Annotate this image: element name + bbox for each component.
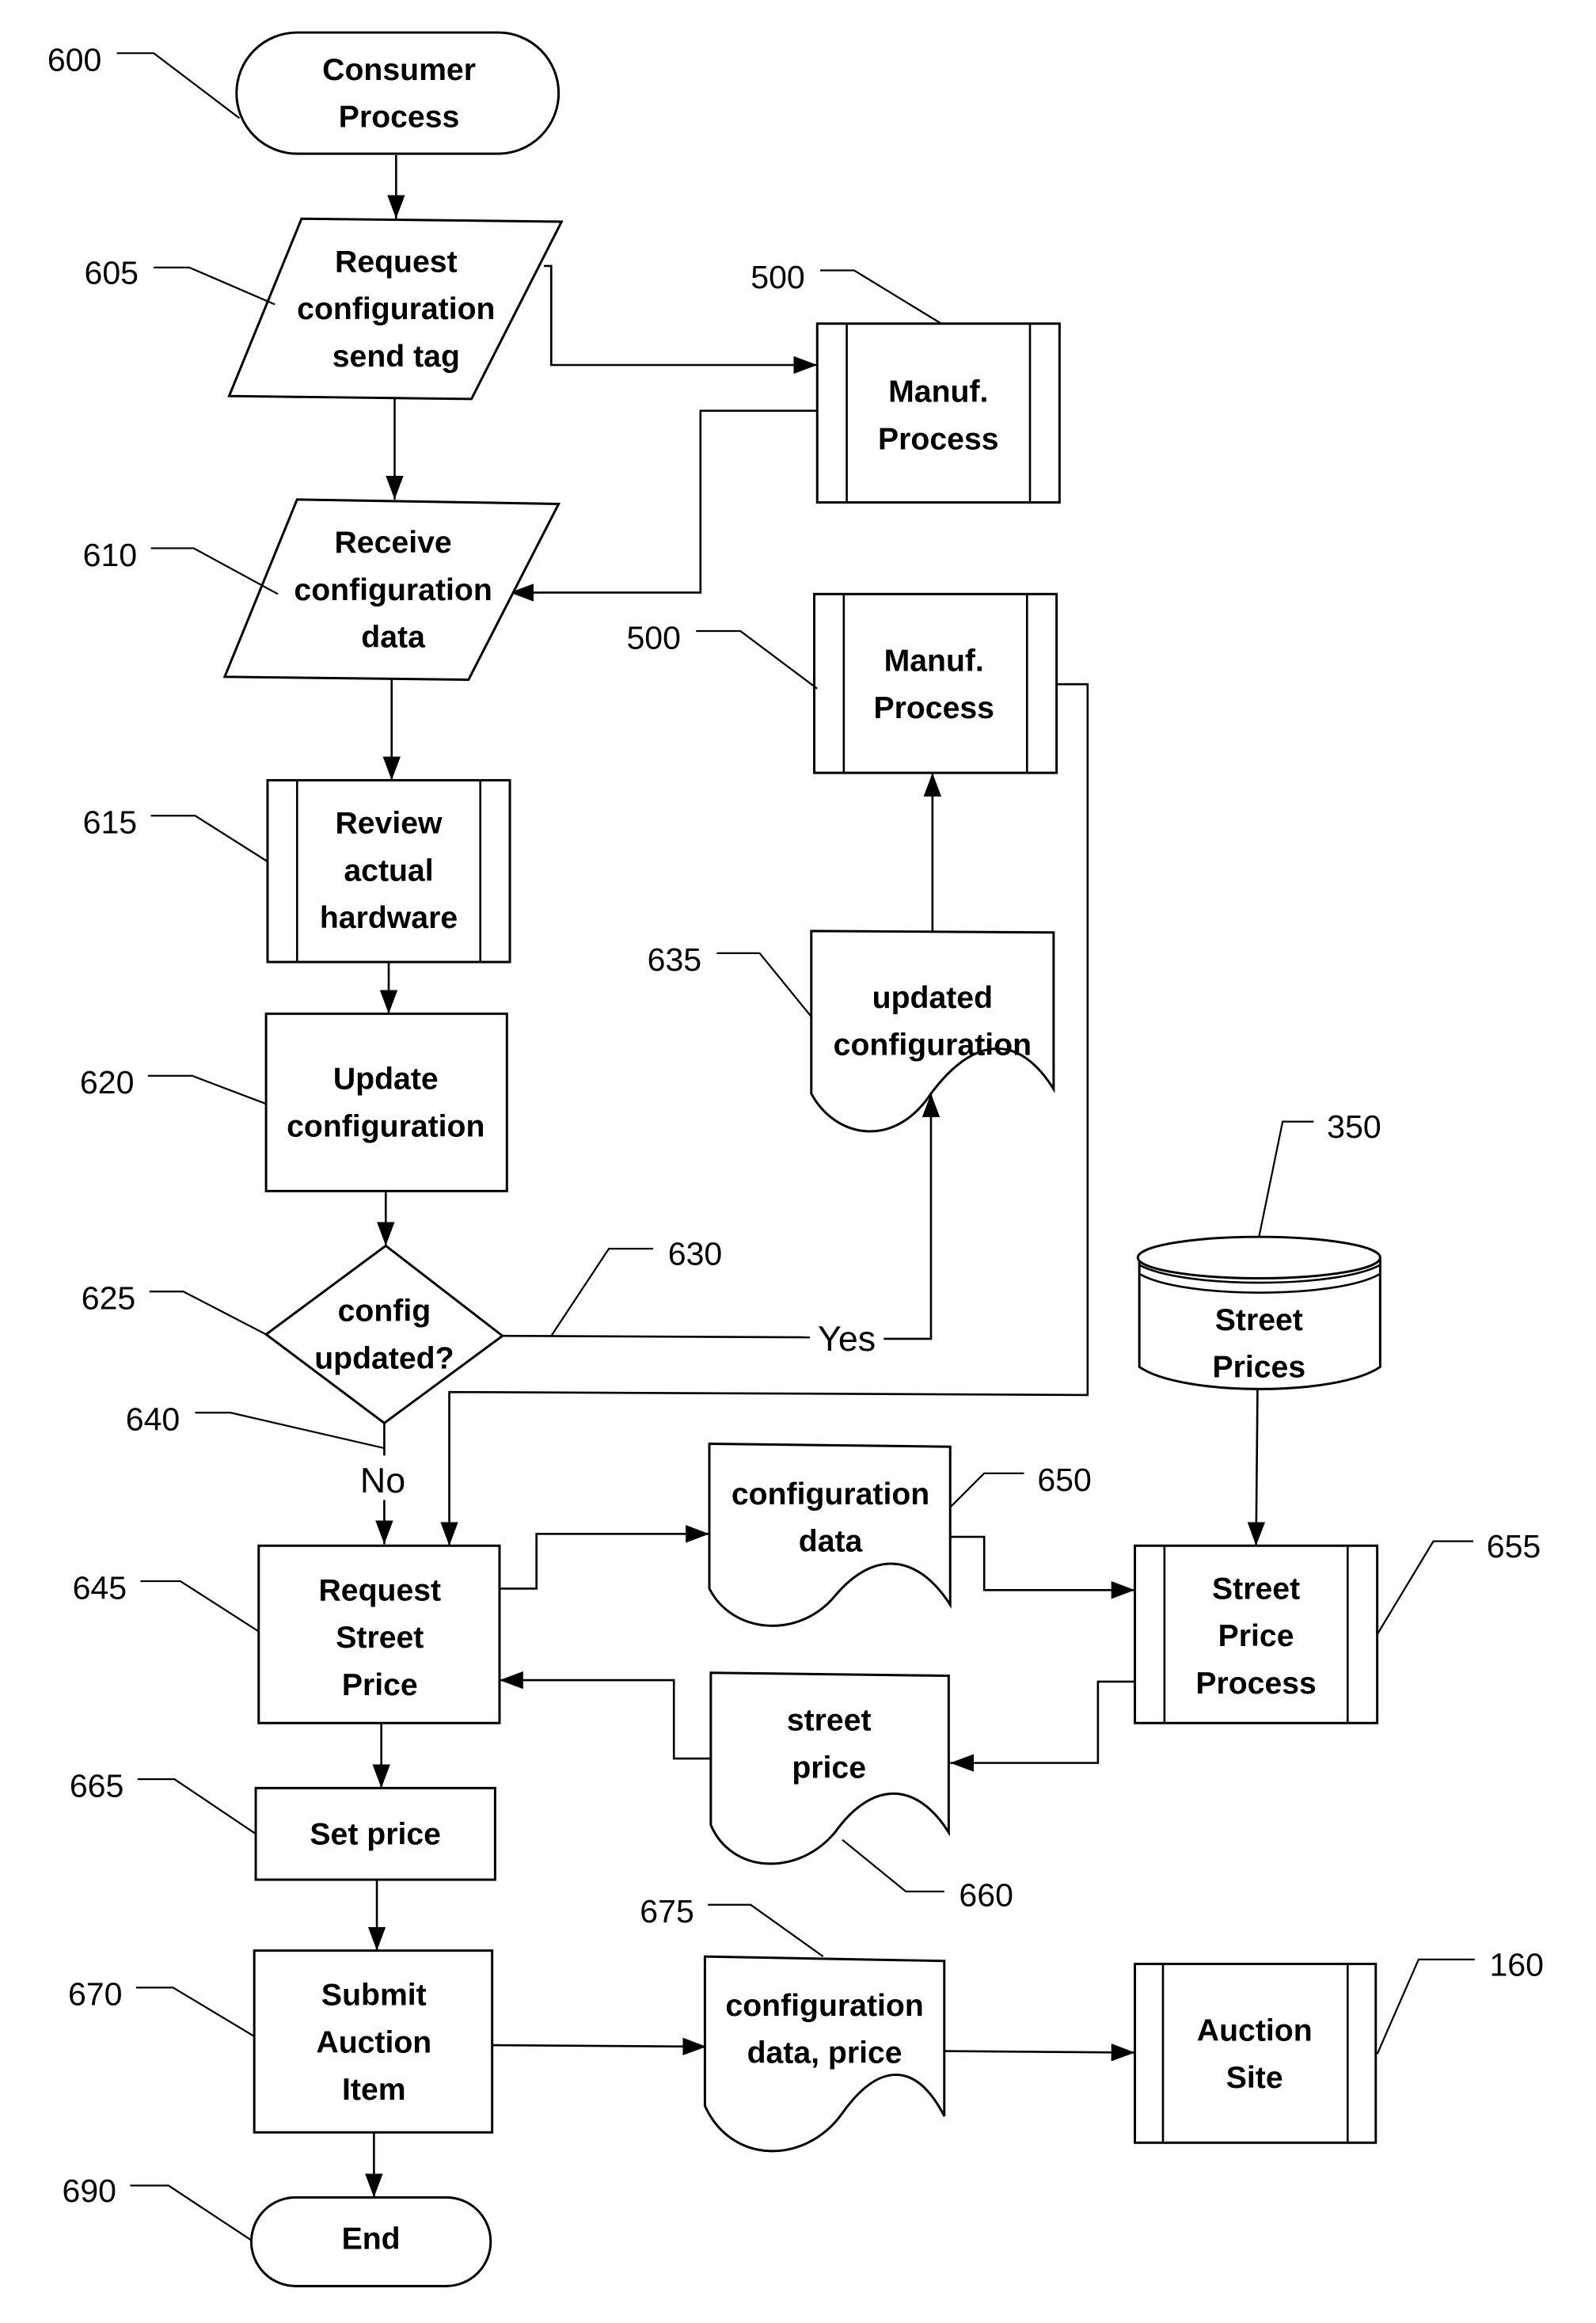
node-label: End (342, 2222, 401, 2256)
edge-350-655 (1247, 1389, 1266, 1546)
node-config-updated-decision: config updated? (264, 1244, 505, 1425)
node-receive-configuration: Receive configuration data (222, 498, 561, 682)
node-label: Site (1226, 2061, 1283, 2095)
node-label: Review (335, 807, 443, 841)
node-request-configuration: Request configuration send tag (227, 217, 564, 401)
node-manuf-process-1: Manuf. Process (815, 322, 1061, 504)
ref-label: 600 (48, 42, 102, 78)
ref-label: 660 (959, 1877, 1013, 1914)
node-label: data (361, 620, 426, 654)
node-request-street-price: Request Street Price (257, 1544, 501, 1724)
edge-625-635-yes (502, 1334, 810, 1339)
ref-label: 605 (85, 254, 139, 291)
node-label: Price (342, 1668, 418, 1702)
ref-label: 615 (83, 804, 138, 841)
edge-645-650 (499, 1525, 710, 1590)
node-label: Request (319, 1573, 442, 1607)
edge-660-645 (499, 1671, 711, 1760)
node-config-data-price-doc: configuration data, price (703, 1955, 946, 2153)
node-label: configuration (732, 1477, 929, 1511)
node-label: send tag (332, 340, 460, 374)
node-label: Process (339, 101, 460, 135)
node-end: End (249, 2196, 492, 2287)
node-label: Set price (310, 1817, 441, 1851)
ref-label: 645 (73, 1569, 127, 1606)
ref-label: 610 (83, 537, 138, 573)
node-label: data, price (747, 2036, 902, 2070)
node-label: config (338, 1295, 431, 1329)
edge-625-635-yes-b (884, 1093, 940, 1340)
ref-label: 670 (68, 1976, 123, 2013)
node-review-hardware: Review actual hardware (266, 778, 511, 964)
node-street-price-doc: street price (709, 1671, 950, 1865)
node-label: Process (873, 691, 994, 725)
node-label: configuration (725, 1989, 923, 2023)
node-label: Process (878, 422, 999, 456)
node-label: updated? (314, 1341, 454, 1375)
edge-655-660 (950, 1680, 1135, 1772)
node-label: Item (342, 2073, 406, 2107)
ref-label: 500 (626, 619, 681, 656)
node-label: Consumer (322, 53, 476, 87)
yes-label: Yes (818, 1319, 876, 1359)
node-label: configuration (287, 1109, 484, 1143)
node-label: price (792, 1751, 866, 1785)
node-street-price-process: Street Price Process (1134, 1544, 1379, 1724)
node-label: configuration (294, 573, 492, 607)
node-manuf-process-2: Manuf. Process (813, 592, 1058, 774)
ref-label: 630 (668, 1236, 722, 1272)
ref-label: 655 (1487, 1528, 1541, 1565)
node-set-price: Set price (254, 1786, 496, 1881)
node-label: Price (1218, 1619, 1294, 1653)
node-label: Street (1212, 1572, 1300, 1606)
node-label: Receive (335, 526, 452, 560)
ref-label: 620 (80, 1064, 134, 1101)
node-label: data (799, 1525, 864, 1559)
node-street-prices-db: Street Prices (1136, 1235, 1381, 1390)
node-updated-configuration-doc: updated configuration (810, 930, 1055, 1133)
ref-label: 665 (70, 1768, 124, 1804)
ref-label: 160 (1489, 1946, 1544, 1983)
ref-label: 635 (648, 941, 701, 978)
node-auction-site: Auction Site (1134, 1962, 1378, 2144)
node-label: Auction (1197, 2014, 1313, 2048)
node-configuration-data-doc: configuration data (708, 1442, 952, 1627)
node-label: Process (1195, 1667, 1317, 1701)
ref-label: 350 (1327, 1108, 1381, 1145)
node-label: Update (333, 1063, 439, 1097)
no-label: No (360, 1461, 405, 1500)
node-label: Prices (1212, 1350, 1305, 1384)
edge-500b-645 (440, 682, 1089, 1546)
edge-670-675 (492, 2037, 707, 2055)
flowchart: Consumer Process Request configuration s… (48, 31, 1544, 2287)
node-update-configuration: Update configuration (264, 1012, 508, 1192)
node-label: Street (1215, 1303, 1303, 1337)
ref-label: 625 (82, 1280, 136, 1317)
node-label: hardware (320, 901, 458, 935)
ref-label: 640 (126, 1401, 180, 1438)
node-label: Request (335, 245, 458, 279)
node-label: actual (344, 854, 433, 888)
node-label: Street (336, 1621, 424, 1655)
node-label: configuration (834, 1028, 1032, 1063)
node-label: configuration (297, 292, 495, 326)
node-label: Manuf. (888, 375, 988, 409)
node-label: updated (872, 981, 993, 1015)
node-consumer-process: Consumer Process (235, 31, 560, 155)
ref-label: 675 (640, 1893, 694, 1929)
node-label: street (787, 1704, 872, 1738)
node-label: Manuf. (884, 644, 984, 678)
node-label: Submit (321, 1979, 427, 2013)
ref-label: 500 (750, 259, 805, 295)
node-label: Auction (316, 2025, 431, 2059)
edge-675-160 (944, 2044, 1135, 2062)
ref-label: 650 (1037, 1462, 1092, 1498)
ref-label: 690 (63, 2173, 117, 2209)
node-submit-auction-item: Submit Auction Item (253, 1949, 494, 2134)
edge-650-655 (950, 1535, 1135, 1599)
edge-500a-610 (510, 409, 818, 602)
